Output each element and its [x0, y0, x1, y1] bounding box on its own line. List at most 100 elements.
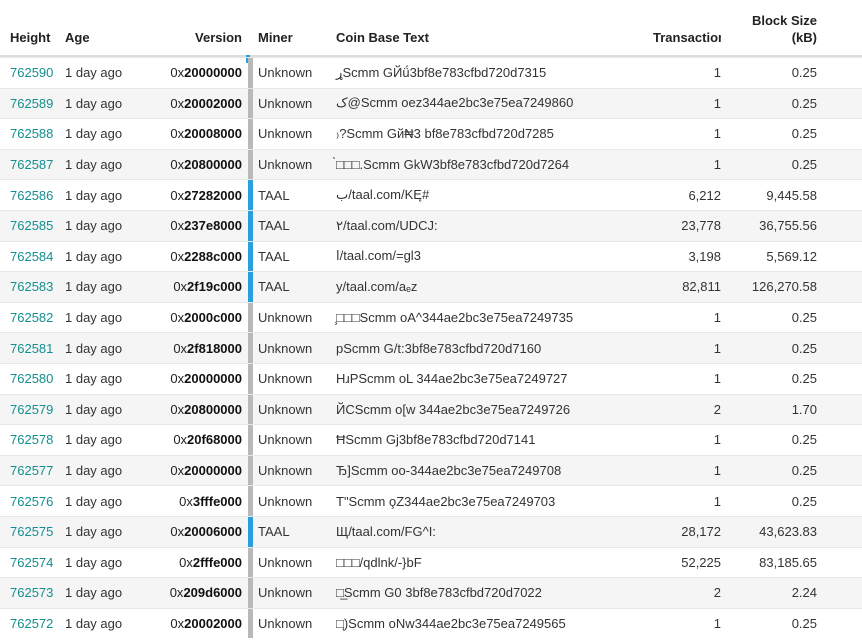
block-height[interactable]: 762575: [10, 524, 53, 539]
block-height-link[interactable]: 762586: [0, 188, 60, 203]
block-height-link[interactable]: 762588: [0, 126, 60, 141]
block-size-label: Block Size: [751, 13, 817, 28]
block-size: 0.25: [791, 310, 817, 326]
transaction-count: 1: [713, 371, 721, 387]
version-value: 20f68000: [187, 432, 242, 448]
block-height-link[interactable]: 762581: [0, 341, 60, 356]
block-age: 1 day ago: [65, 218, 123, 234]
block-height-link[interactable]: 762579: [0, 402, 60, 417]
column-header-block-size[interactable]: Block Size (kB): [721, 12, 829, 55]
version-prefix: 0x: [170, 371, 185, 387]
block-version: 0x209d6000: [158, 585, 246, 600]
block-height[interactable]: 762588: [10, 126, 53, 141]
block-height[interactable]: 762579: [10, 402, 53, 417]
table-row: 762574 1 day ago 0x2fffe000 Unknown □□□/qdln…: [0, 546, 862, 578]
block-height[interactable]: 762576: [10, 494, 53, 509]
version-value: 2f19c000: [187, 279, 242, 295]
block-height[interactable]: 762580: [10, 371, 53, 386]
block-version: 0x20002000: [158, 96, 246, 111]
block-size: 0.25: [791, 371, 817, 387]
block-size: 0.25: [791, 493, 817, 509]
block-size: 0.25: [791, 95, 817, 111]
block-height-link[interactable]: 762582: [0, 310, 60, 325]
block-height[interactable]: 762590: [10, 65, 53, 80]
block-height-link[interactable]: 762587: [0, 157, 60, 172]
version-prefix: 0x: [170, 187, 185, 203]
block-height[interactable]: 762573: [10, 585, 53, 600]
block-height-link[interactable]: 762575: [0, 524, 60, 539]
column-header-age[interactable]: Age: [60, 29, 158, 55]
transaction-count: 3,198: [688, 248, 721, 264]
column-header-height[interactable]: Height: [0, 29, 60, 55]
coinbase-text: ЙCScmm o[w 344ae2bc3e75ea7249726: [336, 401, 571, 417]
block-miner: Unknown: [258, 463, 313, 479]
version-value: 3fffe000: [192, 493, 242, 509]
column-header-miner[interactable]: Miner: [253, 29, 333, 55]
column-header-coinbase[interactable]: Coin Base Text: [333, 29, 653, 55]
coinbase-text: ̀□□□.Scmm GkW3bf8e783cfbd720d7264: [336, 157, 570, 173]
block-version: 0x20002000: [158, 616, 246, 631]
version-prefix: 0x: [170, 157, 185, 173]
block-height-link[interactable]: 762573: [0, 585, 60, 600]
version-prefix: 0x: [170, 615, 185, 631]
version-value: 20000000: [184, 371, 242, 387]
version-prefix: 0x: [170, 401, 185, 417]
block-height[interactable]: 762578: [10, 432, 53, 447]
block-size: 0.25: [791, 65, 817, 81]
block-size: 0.25: [791, 126, 817, 142]
table-row: 762573 1 day ago 0x209d6000 Unknown □̲Scmm G…: [0, 577, 862, 608]
block-height-link[interactable]: 762584: [0, 249, 60, 264]
version-prefix: 0x: [173, 432, 188, 448]
coinbase-text: □̲Scmm G0 3bf8e783cfbd720d7022: [336, 585, 542, 601]
block-height-link[interactable]: 762574: [0, 555, 60, 570]
block-version: 0x2000c000: [158, 310, 246, 325]
block-version: 0x27282000: [158, 188, 246, 203]
block-height[interactable]: 762581: [10, 341, 53, 356]
block-height-link[interactable]: 762577: [0, 463, 60, 478]
block-miner: Unknown: [258, 432, 313, 448]
block-height[interactable]: 762582: [10, 310, 53, 325]
block-height-link[interactable]: 762576: [0, 494, 60, 509]
column-header-transactions[interactable]: Transactions: [653, 29, 721, 55]
column-header-version[interactable]: Version: [158, 29, 246, 55]
block-size: 0.25: [791, 615, 817, 631]
block-height-link[interactable]: 762580: [0, 371, 60, 386]
block-height-link[interactable]: 762572: [0, 616, 60, 631]
version-value: 2f818000: [187, 340, 242, 356]
block-height[interactable]: 762577: [10, 463, 53, 478]
block-age: 1 day ago: [65, 524, 123, 540]
transaction-count: 82,811: [682, 279, 721, 295]
block-miner: Unknown: [258, 585, 313, 601]
version-value: 2000c000: [184, 310, 242, 326]
block-size: 0.25: [791, 157, 817, 173]
block-height-link[interactable]: 762585: [0, 218, 60, 233]
block-height[interactable]: 762584: [10, 249, 53, 264]
block-height[interactable]: 762572: [10, 616, 53, 631]
block-height[interactable]: 762589: [10, 96, 53, 111]
block-miner: Unknown: [258, 615, 313, 631]
block-height[interactable]: 762583: [10, 279, 53, 294]
block-version: 0x20008000: [158, 126, 246, 141]
block-height-link[interactable]: 762583: [0, 279, 60, 294]
coinbase-text: ĦScmm Gj3bf8e783cfbd720d7141: [336, 432, 536, 448]
coinbase-text: T"Scmm o̧Z344ae2bc3e75ea7249703: [336, 493, 556, 509]
coinbase-text: ₎?Scmm Gй₦3 bf8e783cfbd720d7285: [336, 125, 554, 141]
block-height[interactable]: 762574: [10, 555, 53, 570]
version-value: 20008000: [184, 126, 242, 142]
table-row: 762589 1 day ago 0x20002000 Unknown ک@Scmm o…: [0, 87, 862, 119]
table-row: 762585 1 day ago 0x237e8000 TAAL ٢/taal.com/…: [0, 209, 862, 241]
block-age: 1 day ago: [65, 126, 123, 142]
block-height[interactable]: 762586: [10, 188, 53, 203]
block-height-link[interactable]: 762589: [0, 96, 60, 111]
block-version: 0x20800000: [158, 157, 246, 172]
block-size: 126,270.58: [751, 279, 817, 295]
block-height-link[interactable]: 762578: [0, 432, 60, 447]
version-prefix: 0x: [170, 95, 185, 111]
block-height[interactable]: 762587: [10, 157, 53, 172]
coinbase-text: pScmm G/t:3bf8e783cfbd720d7160: [336, 340, 542, 356]
block-miner: Unknown: [258, 340, 313, 356]
block-height[interactable]: 762585: [10, 218, 53, 233]
version-value: 237e8000: [184, 218, 242, 234]
block-height-link[interactable]: 762590: [0, 65, 60, 80]
version-prefix: 0x: [170, 524, 185, 540]
